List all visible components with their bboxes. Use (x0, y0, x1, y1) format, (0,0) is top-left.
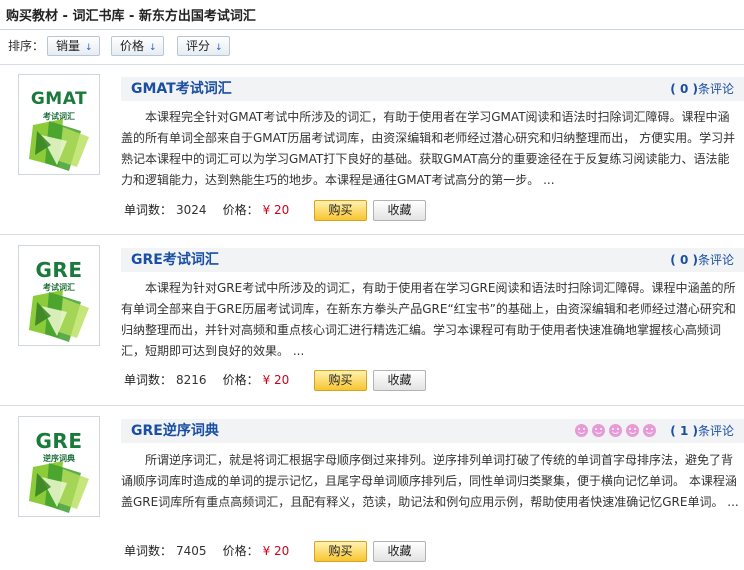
product-description: 本课程完全针对GMAT考试中所涉及的词汇，有助于使用者在学习GMAT阅读和语法时… (121, 110, 736, 187)
product-cover[interactable]: GMAT 考试词汇 (18, 74, 100, 175)
word-count-label: 单词数： (124, 373, 173, 387)
smiley-icon (609, 424, 622, 437)
price-value: ¥ 20 (262, 203, 290, 217)
cover-title: GMAT (30, 89, 88, 109)
rating-stars (571, 424, 656, 438)
product-meta: 单词数： 3024 价格： ¥ 20 (124, 199, 289, 221)
word-count-label: 单词数： (124, 203, 173, 217)
smiley-icon (592, 424, 605, 437)
price-value: ¥ 20 (262, 373, 290, 387)
sort-by-price-button[interactable]: 价格 ↓ (111, 36, 164, 56)
buy-button[interactable]: 购买 (314, 200, 367, 221)
favorite-button[interactable]: 收藏 (373, 200, 426, 221)
sort-button-label: 评分 (186, 39, 211, 53)
price-label: 价格： (222, 373, 259, 387)
sort-bar: 排序： 销量 ↓ 价格 ↓ 评分 ↓ (0, 34, 744, 58)
comments-count: ( 1 ) (670, 424, 698, 438)
product-title-bar: GRE逆序词典 ( 1 )条评论 (121, 419, 744, 443)
comments-count: ( 0 ) (670, 82, 698, 96)
product-title-link[interactable]: GMAT考试词汇 (131, 80, 232, 98)
comments-link[interactable]: ( 0 )条评论 (670, 81, 734, 97)
word-count-value: 7405 (176, 544, 207, 558)
sort-label: 排序： (8, 39, 45, 53)
product-title-link[interactable]: GRE逆序词典 (131, 422, 219, 440)
comments-suffix: 条评论 (697, 82, 734, 96)
product-title-bar: GMAT考试词汇 ( 0 )条评论 (121, 77, 744, 101)
product-description: 所谓逆序词汇，就是将词汇根据字母顺序倒过来排列。逆序排列单词打破了传统的单词首字… (121, 453, 739, 509)
product-title-bar: GRE考试词汇 ( 0 )条评论 (121, 248, 744, 272)
word-count-value: 8216 (176, 373, 207, 387)
product-meta: 单词数： 7405 价格： ¥ 20 (124, 540, 289, 562)
word-count-label: 单词数： (124, 544, 173, 558)
word-count-value: 3024 (176, 203, 207, 217)
divider (0, 64, 744, 65)
sort-by-rating-button[interactable]: 评分 ↓ (177, 36, 230, 56)
cover-title: GRE (35, 258, 83, 282)
comments-count: ( 0 ) (670, 253, 698, 267)
comments-link[interactable]: ( 0 )条评论 (670, 252, 734, 268)
buy-button[interactable]: 购买 (314, 541, 367, 562)
breadcrumb: 购买教材 - 词汇书库 - 新东方出国考试词汇 (6, 9, 256, 24)
sort-button-label: 价格 (120, 39, 145, 53)
arrow-down-icon: ↓ (215, 43, 223, 53)
comments-link[interactable]: ( 1 )条评论 (670, 423, 734, 439)
divider (0, 29, 744, 30)
product-title-link[interactable]: GRE考试词汇 (131, 251, 219, 269)
product-meta: 单词数： 8216 价格： ¥ 20 (124, 369, 289, 391)
smiley-icon (575, 424, 588, 437)
arrow-down-icon: ↓ (85, 43, 93, 53)
divider (0, 405, 744, 406)
favorite-button[interactable]: 收藏 (373, 370, 426, 391)
price-label: 价格： (222, 203, 259, 217)
cover-subtitle: 考试词汇 (43, 283, 75, 292)
smiley-icon (643, 424, 656, 437)
divider (0, 234, 744, 235)
smiley-icon (626, 424, 639, 437)
cover-title: GRE (35, 429, 83, 453)
price-label: 价格： (222, 544, 259, 558)
comments-suffix: 条评论 (697, 424, 734, 438)
sort-by-sales-button[interactable]: 销量 ↓ (47, 36, 100, 56)
product-cover[interactable]: GRE 考试词汇 (18, 245, 100, 346)
product-description: 本课程为针对GRE考试中所涉及的词汇，有助于使用者在学习GRE阅读和语法时扫除词… (121, 281, 736, 358)
favorite-button[interactable]: 收藏 (373, 541, 426, 562)
arrow-down-icon: ↓ (149, 43, 157, 53)
buy-button[interactable]: 购买 (314, 370, 367, 391)
cover-subtitle: 逆序词典 (43, 454, 75, 463)
product-cover[interactable]: GRE 逆序词典 (18, 416, 100, 517)
cover-subtitle: 考试词汇 (43, 112, 75, 121)
comments-suffix: 条评论 (697, 253, 734, 267)
sort-button-label: 销量 (56, 39, 81, 53)
price-value: ¥ 20 (262, 544, 290, 558)
